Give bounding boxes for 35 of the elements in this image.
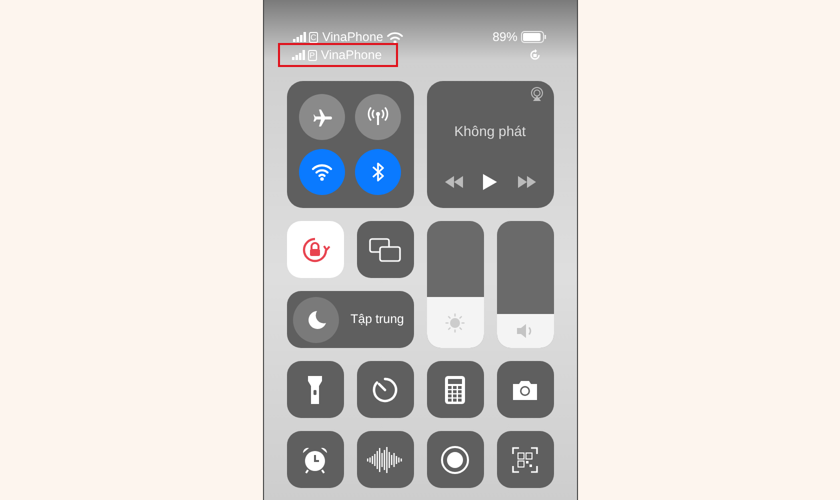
- flashlight-icon: [307, 374, 323, 404]
- voice-memo-button[interactable]: [356, 431, 414, 488]
- calculator-button[interactable]: [426, 361, 484, 418]
- media-title: Không phát: [454, 122, 526, 141]
- camera-button[interactable]: [496, 361, 554, 418]
- rewind-icon: [444, 176, 462, 188]
- brightness-slider[interactable]: [426, 221, 484, 348]
- record-icon: [440, 444, 470, 474]
- signal-icon: [292, 32, 306, 42]
- orientation-lock-toggle[interactable]: [286, 221, 344, 278]
- sim-badge: P: [308, 50, 317, 60]
- screen-mirroring-button[interactable]: [356, 221, 414, 278]
- carrier-name: VinaPhone: [320, 46, 382, 64]
- waveform-icon: [367, 446, 403, 474]
- qr-code-button[interactable]: [496, 431, 554, 488]
- qr-code-icon: [512, 446, 538, 472]
- battery-icon: [520, 31, 546, 43]
- timer-icon: [371, 376, 399, 404]
- sun-icon: [443, 310, 467, 335]
- airplay-icon: [530, 87, 544, 101]
- flashlight-button[interactable]: [286, 361, 344, 418]
- sim-badge: C: [308, 32, 318, 42]
- signal-icon: [292, 50, 304, 60]
- calculator-icon: [445, 376, 465, 404]
- fast-forward-icon: [518, 176, 536, 188]
- screen-mirroring-icon: [369, 236, 401, 262]
- volume-slider[interactable]: [496, 221, 554, 348]
- focus-button[interactable]: Tập trung: [286, 291, 414, 348]
- carrier-name: VinaPhone: [322, 28, 384, 46]
- battery-percent: 89%: [492, 28, 518, 46]
- camera-icon: [511, 378, 539, 400]
- alarm-button[interactable]: [286, 431, 344, 488]
- timer-button[interactable]: [356, 361, 414, 418]
- play-icon: [483, 174, 497, 190]
- screen-record-button[interactable]: [426, 431, 484, 488]
